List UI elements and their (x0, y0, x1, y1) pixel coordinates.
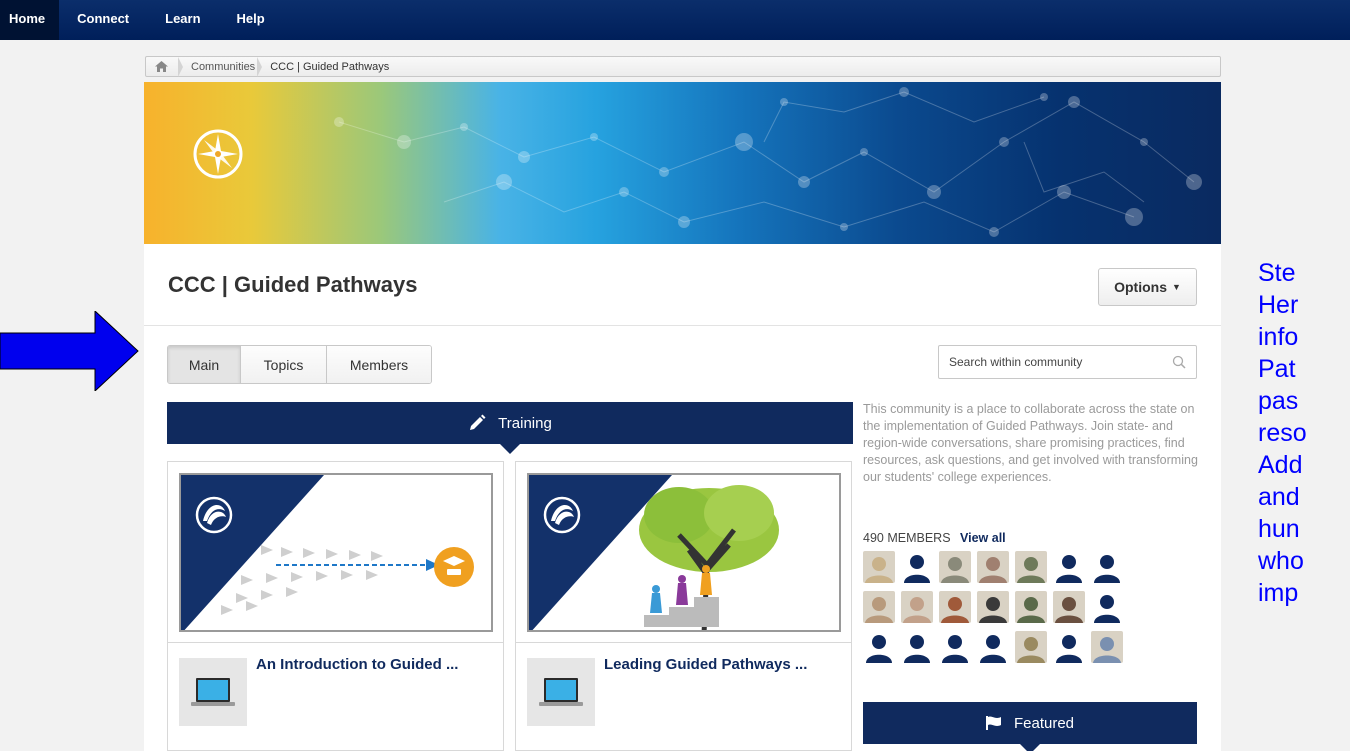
view-all-link[interactable]: View all (960, 531, 1006, 545)
member-avatar[interactable] (1015, 551, 1047, 583)
member-avatar[interactable] (977, 551, 1009, 583)
default-avatar-icon[interactable] (939, 631, 971, 663)
default-avatar-icon[interactable] (1053, 551, 1085, 583)
annotation-line: reso (1258, 419, 1307, 447)
caret-down-icon: ▼ (1171, 282, 1181, 292)
tab-topics[interactable]: Topics (240, 346, 326, 383)
member-avatar[interactable] (1053, 591, 1085, 623)
search-icon[interactable] (1172, 355, 1186, 369)
course-thumbnail (527, 473, 841, 632)
home-icon[interactable] (146, 57, 176, 76)
community-tabs: Main Topics Members (167, 345, 432, 384)
member-avatar[interactable] (939, 551, 971, 583)
members-header: 490 MEMBERS View all (863, 531, 1006, 545)
community-panel: CCC | Guided Pathways Options ▼ Main Top… (144, 82, 1221, 751)
top-nav: Home Connect Learn Help (0, 0, 1350, 40)
training-header: Training (167, 402, 853, 454)
network-graphic (334, 87, 1202, 237)
member-avatar[interactable] (1091, 631, 1123, 663)
section-notch (500, 444, 520, 454)
annotation-arrow-icon (0, 311, 139, 391)
course-thumbnail (179, 473, 493, 632)
laptop-icon (179, 658, 247, 726)
member-avatar[interactable] (901, 591, 933, 623)
featured-header: Featured (863, 702, 1197, 751)
nav-help[interactable]: Help (219, 0, 283, 40)
community-banner (144, 82, 1221, 244)
pencil-icon (470, 414, 486, 430)
annotation-line: pas (1258, 387, 1299, 415)
featured-label: Featured (1013, 714, 1075, 732)
default-avatar-icon[interactable] (1091, 551, 1123, 583)
annotation-line: imp (1258, 579, 1299, 607)
breadcrumb-separator (257, 56, 263, 77)
breadcrumb-communities[interactable]: Communities (191, 57, 255, 76)
tab-main[interactable]: Main (168, 346, 240, 383)
training-card[interactable]: An Introduction to Guided ... (167, 461, 504, 751)
laptop-icon (527, 658, 595, 726)
annotation-text: Ste Her info Pat pas reso Add and hun who imp (1258, 257, 1350, 609)
community-description: This community is a place to collaborate… (863, 402, 1198, 484)
annotation-line: Add (1258, 451, 1303, 479)
member-avatar[interactable] (977, 591, 1009, 623)
tab-members[interactable]: Members (326, 346, 431, 383)
annotation-line: hun (1258, 515, 1300, 543)
card-divider (516, 642, 851, 643)
default-avatar-icon[interactable] (1091, 591, 1123, 623)
member-avatar[interactable] (1015, 591, 1047, 623)
annotation-line: Ste (1258, 259, 1296, 287)
member-avatar[interactable] (863, 551, 895, 583)
default-avatar-icon[interactable] (901, 551, 933, 583)
breadcrumb: Communities CCC | Guided Pathways (145, 56, 1221, 77)
title-bar: CCC | Guided Pathways Options ▼ (144, 244, 1221, 326)
default-avatar-icon[interactable] (977, 631, 1009, 663)
course-title[interactable]: Leading Guided Pathways ... (604, 656, 807, 673)
default-avatar-icon[interactable] (863, 631, 895, 663)
options-label: Options (1114, 279, 1167, 295)
community-search (938, 345, 1197, 379)
annotation-line: who (1258, 547, 1304, 575)
member-avatar[interactable] (939, 591, 971, 623)
nav-home[interactable]: Home (0, 0, 60, 40)
members-count: 490 MEMBERS (863, 531, 951, 545)
member-avatars (863, 551, 1175, 663)
default-avatar-icon[interactable] (901, 631, 933, 663)
page-title: CCC | Guided Pathways (168, 272, 418, 297)
card-divider (168, 642, 503, 643)
section-notch (1020, 744, 1040, 751)
nav-learn[interactable]: Learn (147, 0, 218, 40)
training-card[interactable]: Leading Guided Pathways ... (515, 461, 852, 751)
member-avatar[interactable] (1015, 631, 1047, 663)
training-label: Training (498, 414, 552, 432)
annotation-line: Her (1258, 291, 1299, 319)
flag-icon (985, 716, 1001, 730)
default-avatar-icon[interactable] (1053, 631, 1085, 663)
options-button[interactable]: Options ▼ (1098, 268, 1197, 306)
annotation-line: and (1258, 483, 1300, 511)
annotation-line: info (1258, 323, 1299, 351)
course-title[interactable]: An Introduction to Guided ... (256, 656, 458, 673)
member-avatar[interactable] (863, 591, 895, 623)
breadcrumb-separator (178, 56, 183, 77)
nav-connect[interactable]: Connect (59, 0, 147, 40)
annotation-line: Pat (1258, 355, 1296, 383)
breadcrumb-current: CCC | Guided Pathways (270, 60, 390, 73)
compass-icon (193, 129, 243, 179)
search-input[interactable] (949, 355, 1172, 369)
